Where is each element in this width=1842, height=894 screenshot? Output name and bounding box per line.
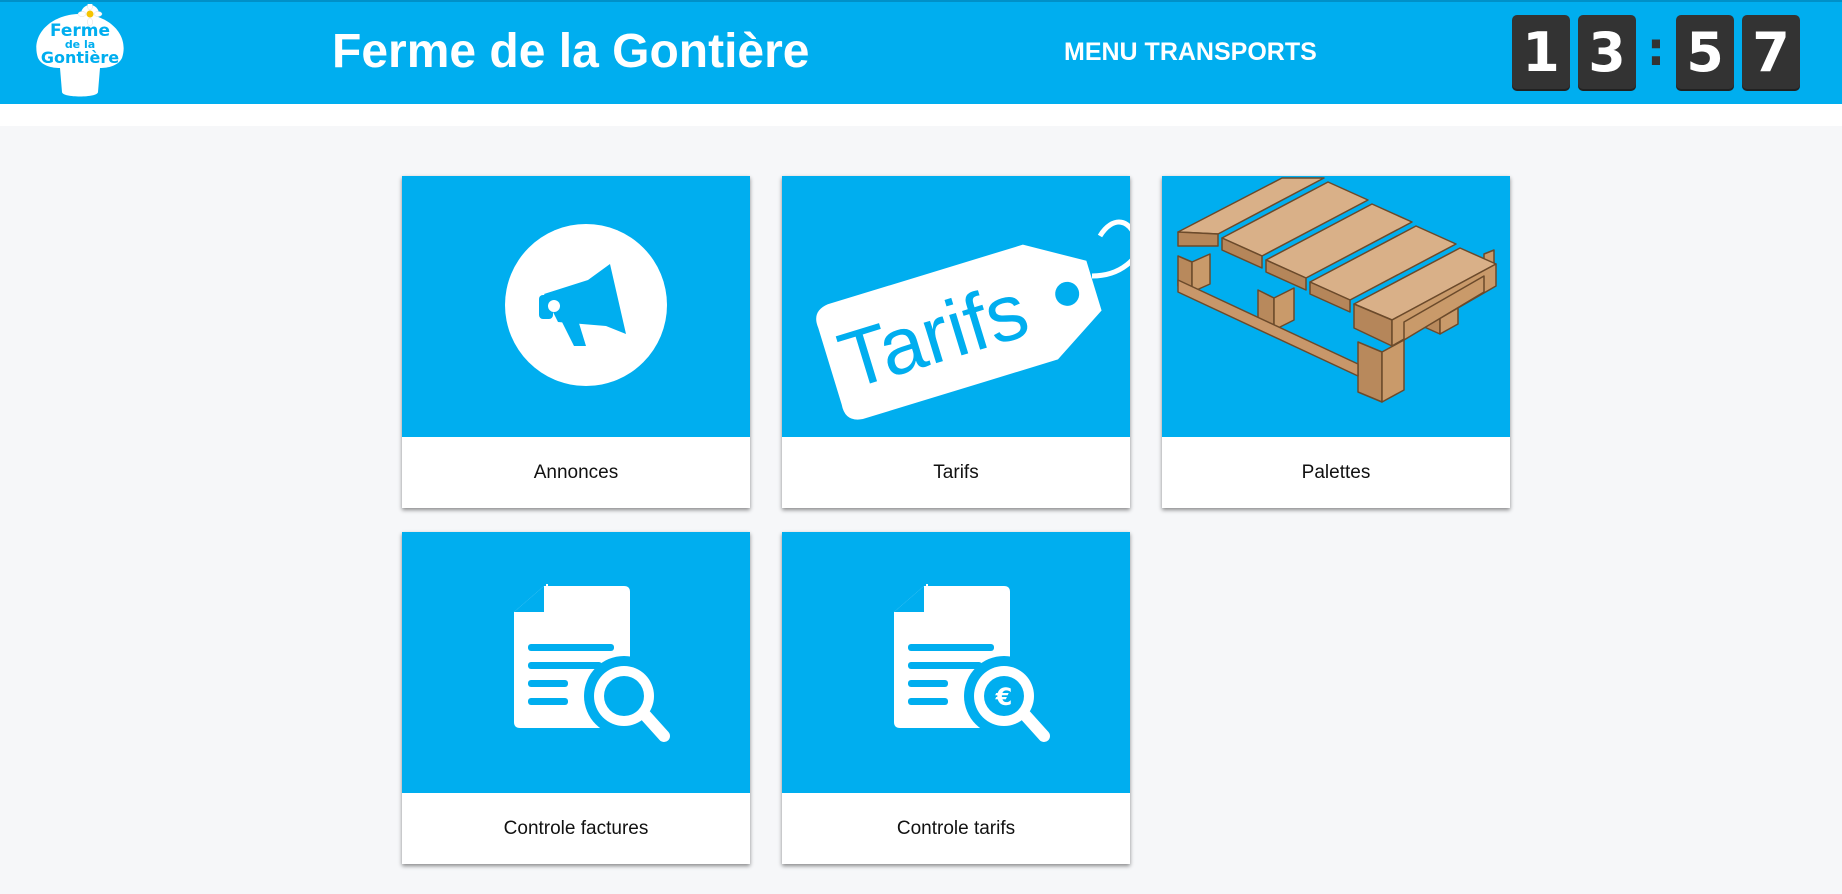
megaphone-icon xyxy=(505,224,667,386)
tile-annonces-label: Annonces xyxy=(533,461,619,483)
pallet-icon xyxy=(1177,177,1497,403)
menu-title: MENU TRANSPORTS xyxy=(1064,38,1317,66)
euro-symbol: € xyxy=(995,683,1013,711)
tile-tarifs-art: Tarifs xyxy=(782,176,1130,437)
tile-controle-factures-art xyxy=(402,532,750,793)
site-title: Ferme de la Gontière xyxy=(332,25,810,78)
tile-tarifs-label: Tarifs xyxy=(933,461,979,483)
logo-text: Ferme de la Gontière xyxy=(40,21,120,67)
tile-controle-factures-label: Controle factures xyxy=(503,817,649,839)
document-search-icon xyxy=(514,584,670,742)
clock-hour-tens: 1 xyxy=(1512,14,1570,91)
price-tag-icon: Tarifs xyxy=(816,219,1130,420)
document-euro-search-icon: € xyxy=(894,584,1050,742)
clock-separator: : xyxy=(1646,21,1666,76)
clock: 1 3 : 5 7 xyxy=(1512,14,1808,91)
tile-controle-tarifs-label: Controle tarifs xyxy=(896,817,1016,839)
clock-minute-tens: 5 xyxy=(1676,14,1734,91)
tile-controle-tarifs-art: € xyxy=(782,532,1130,793)
tile-palettes-art xyxy=(1162,176,1510,437)
tile-controle-factures[interactable]: Controle factures xyxy=(402,532,750,864)
sub-bar xyxy=(0,104,1842,126)
tile-controle-tarifs[interactable]: € Controle tarifs xyxy=(782,532,1130,864)
clock-minute-ones: 7 xyxy=(1742,14,1800,91)
tile-annonces-art xyxy=(402,176,750,437)
tile-palettes[interactable]: Palettes xyxy=(1162,176,1510,508)
tile-palettes-label: Palettes xyxy=(1301,461,1371,483)
tile-annonces[interactable]: Annonces xyxy=(402,176,750,508)
clock-hour-ones: 3 xyxy=(1578,14,1636,91)
tile-tarifs[interactable]: Tarifs Tarifs xyxy=(782,176,1130,508)
